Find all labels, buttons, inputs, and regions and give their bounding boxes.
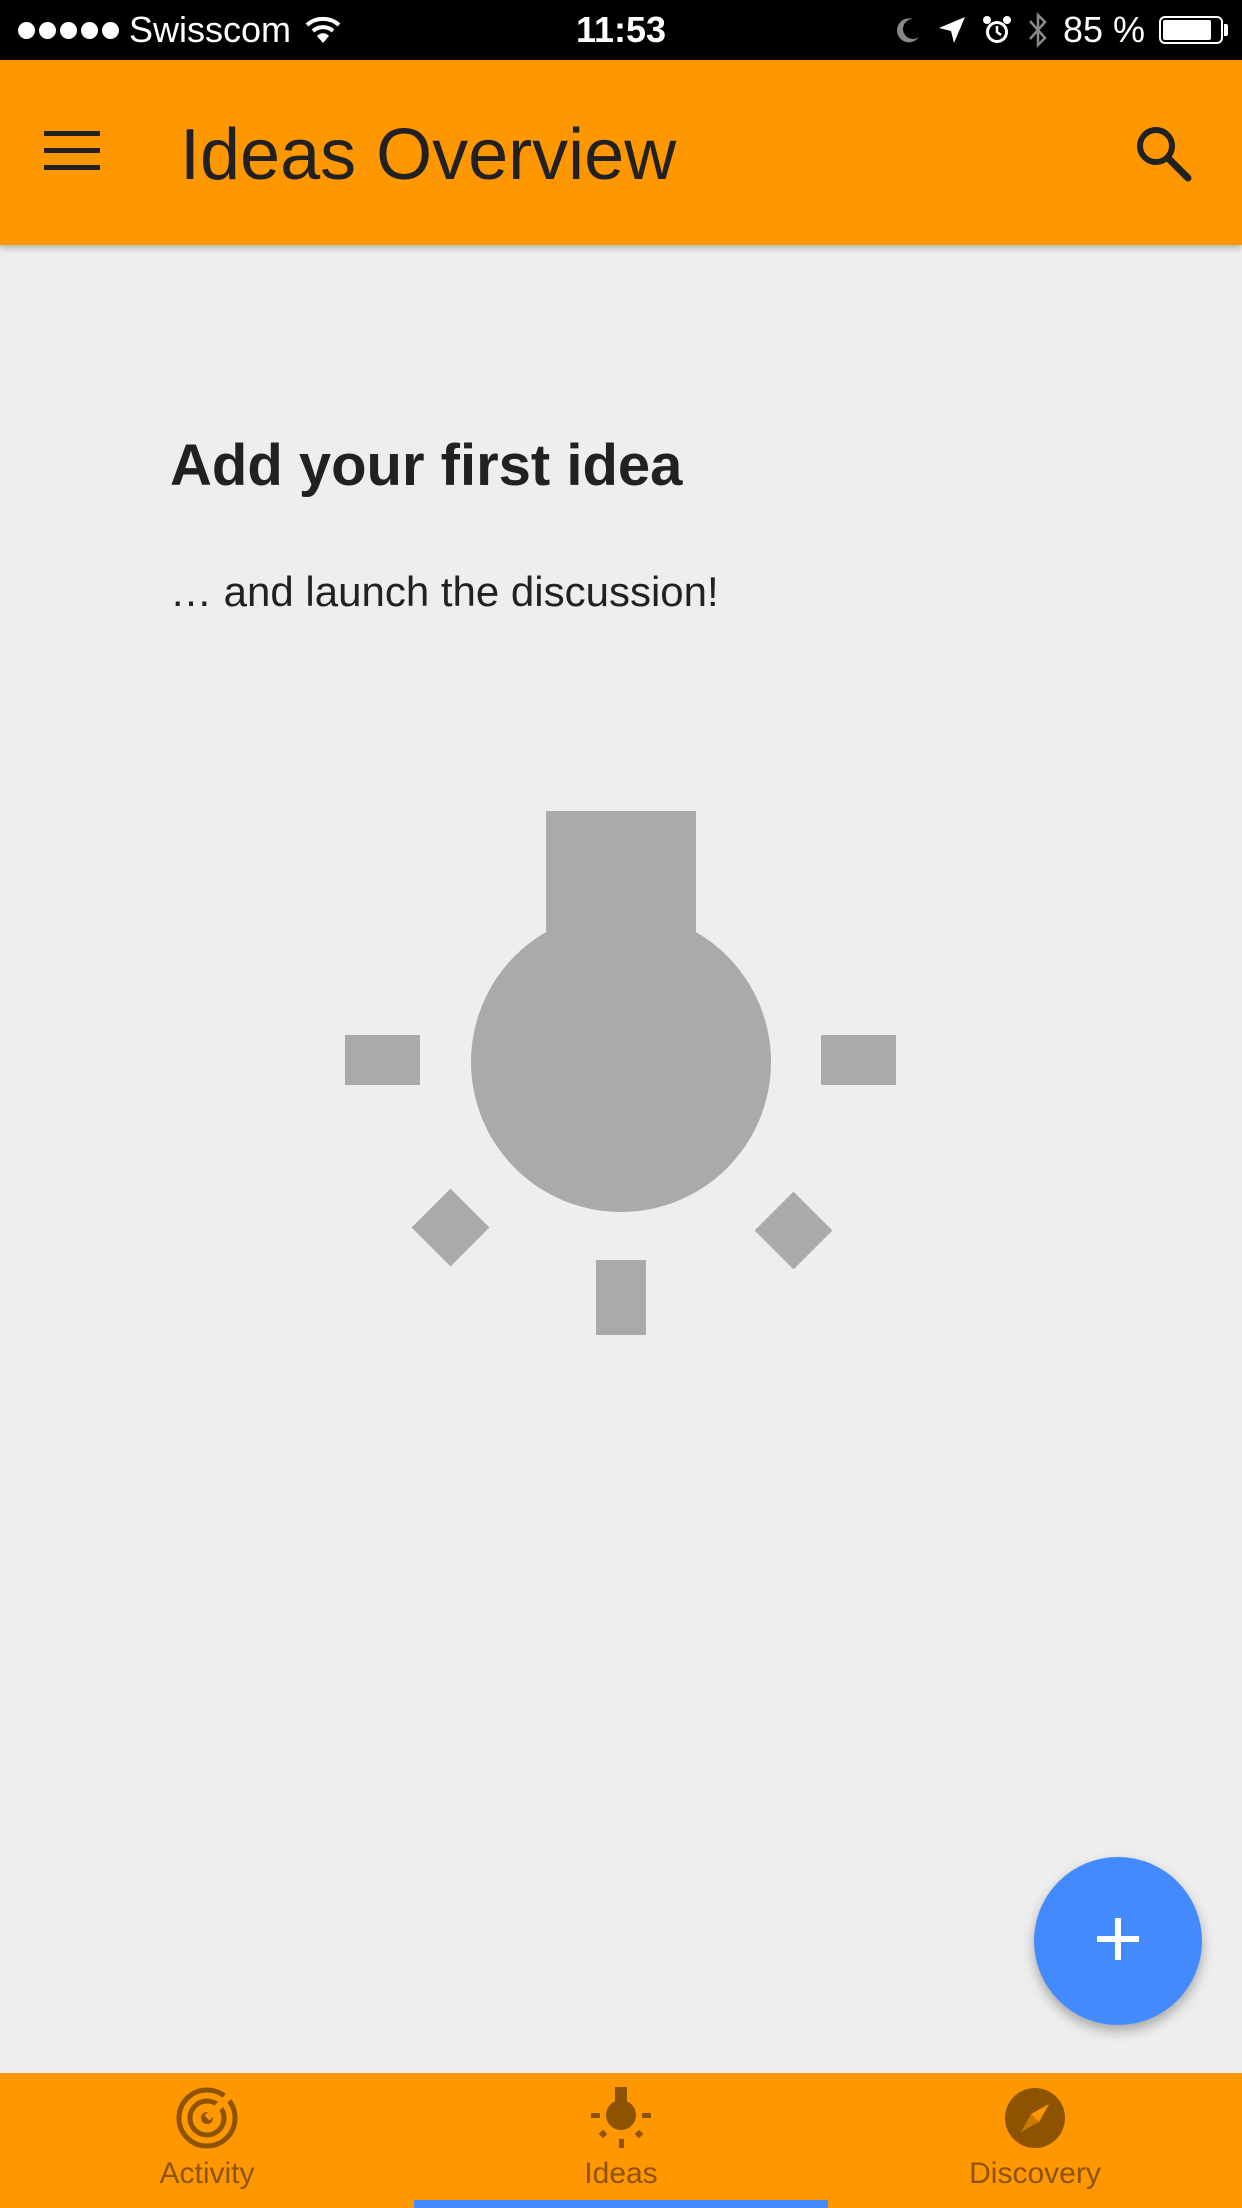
carrier-name: Swisscom — [129, 9, 292, 50]
plus-icon — [1095, 1916, 1141, 1967]
hamburger-menu-icon — [44, 129, 100, 178]
search-button[interactable] — [1128, 120, 1198, 190]
tab-ideas-label: Ideas — [584, 2157, 658, 2190]
battery-icon — [1159, 16, 1228, 44]
tab-discovery[interactable]: Discovery — [828, 2073, 1242, 2208]
bluetooth-icon — [1027, 12, 1049, 48]
battery-percent: 85 % — [1062, 9, 1145, 50]
search-icon — [1134, 124, 1192, 187]
tab-ideas[interactable]: Ideas — [414, 2073, 828, 2208]
lightbulb-icon — [588, 2085, 654, 2151]
tab-activity[interactable]: Activity — [0, 2073, 414, 2208]
signal-strength-icon — [18, 21, 119, 39]
tab-activity-label: Activity — [159, 2157, 255, 2190]
menu-button[interactable] — [44, 120, 134, 186]
empty-state-title: Add your first idea — [170, 433, 683, 498]
tab-discovery-label: Discovery — [969, 2157, 1101, 2190]
compass-icon — [1002, 2085, 1068, 2151]
wifi-icon — [305, 15, 341, 45]
page-title: Ideas Overview — [180, 115, 677, 195]
bottom-navigation: Activity Ideas Discovery — [0, 2073, 1242, 2208]
status-right: 85 % — [893, 0, 1228, 60]
app-bar: Ideas Overview — [0, 60, 1242, 245]
location-arrow-icon — [937, 15, 967, 45]
selected-tab-indicator — [414, 2200, 828, 2208]
lightbulb-icon — [340, 805, 900, 1345]
empty-state-subtitle: … and launch the discussion! — [170, 568, 719, 615]
status-bar: Swisscom 11:53 85 % — [0, 0, 1242, 60]
alarm-icon — [981, 14, 1013, 46]
status-left: Swisscom — [18, 0, 341, 60]
add-idea-button[interactable] — [1034, 1857, 1202, 2025]
moon-icon — [893, 15, 923, 45]
radar-icon — [174, 2085, 240, 2151]
